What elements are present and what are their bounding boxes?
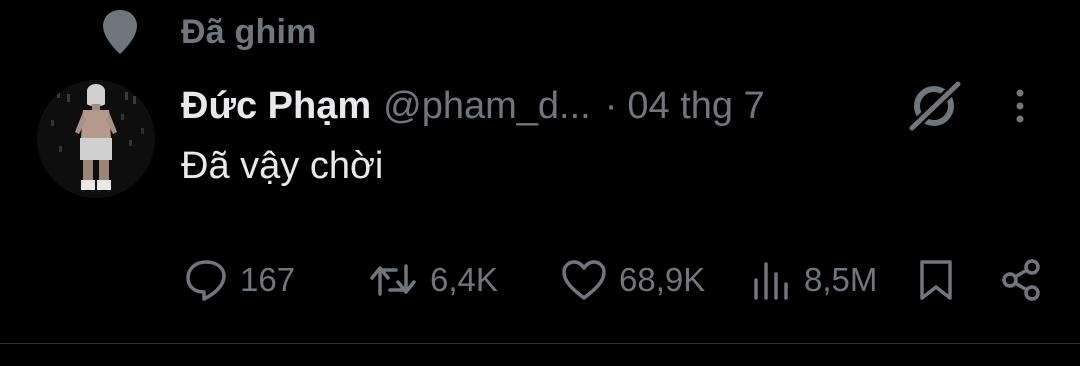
author-display-name[interactable]: Đức Phạm	[181, 85, 371, 128]
heart-icon	[561, 258, 607, 302]
retweet-icon	[368, 258, 418, 302]
tweet-text: Đã vậy chời	[181, 145, 384, 187]
like-count: 68,9K	[619, 261, 706, 298]
pin-icon	[100, 8, 140, 56]
retweet-count: 6,4K	[430, 261, 498, 298]
bookmark-icon	[916, 258, 956, 302]
bookmark-button[interactable]	[916, 255, 956, 305]
share-button[interactable]	[1000, 255, 1042, 305]
separator-dot: ·	[604, 84, 618, 127]
pinned-label: Đã ghim	[181, 12, 317, 51]
reply-icon	[184, 258, 228, 302]
pinned-tweet[interactable]: Đã ghim Đức Phạm @pham_d... · 04 thg 7 Đ…	[0, 0, 1080, 366]
author-handle[interactable]: @pham_d...	[383, 85, 591, 128]
views-button[interactable]: 8,5M	[750, 255, 877, 305]
reply-button[interactable]: 167	[184, 255, 295, 305]
divider	[0, 343, 1080, 344]
pinned-indicator: Đã ghim	[100, 8, 317, 56]
avatar[interactable]	[37, 80, 155, 198]
action-bar: 167 6,4K 68,9K 8,5M	[0, 255, 1080, 305]
more-options-icon[interactable]	[1006, 86, 1034, 126]
grok-icon[interactable]	[906, 80, 962, 132]
tweet-header: Đức Phạm @pham_d... · 04 thg 7	[181, 78, 765, 134]
like-button[interactable]: 68,9K	[561, 255, 705, 305]
views-icon	[750, 258, 792, 302]
views-count: 8,5M	[804, 261, 878, 298]
share-icon	[1000, 258, 1042, 302]
reply-count: 167	[240, 261, 296, 298]
tweet-date[interactable]: 04 thg 7	[627, 85, 764, 128]
retweet-button[interactable]: 6,4K	[368, 255, 498, 305]
